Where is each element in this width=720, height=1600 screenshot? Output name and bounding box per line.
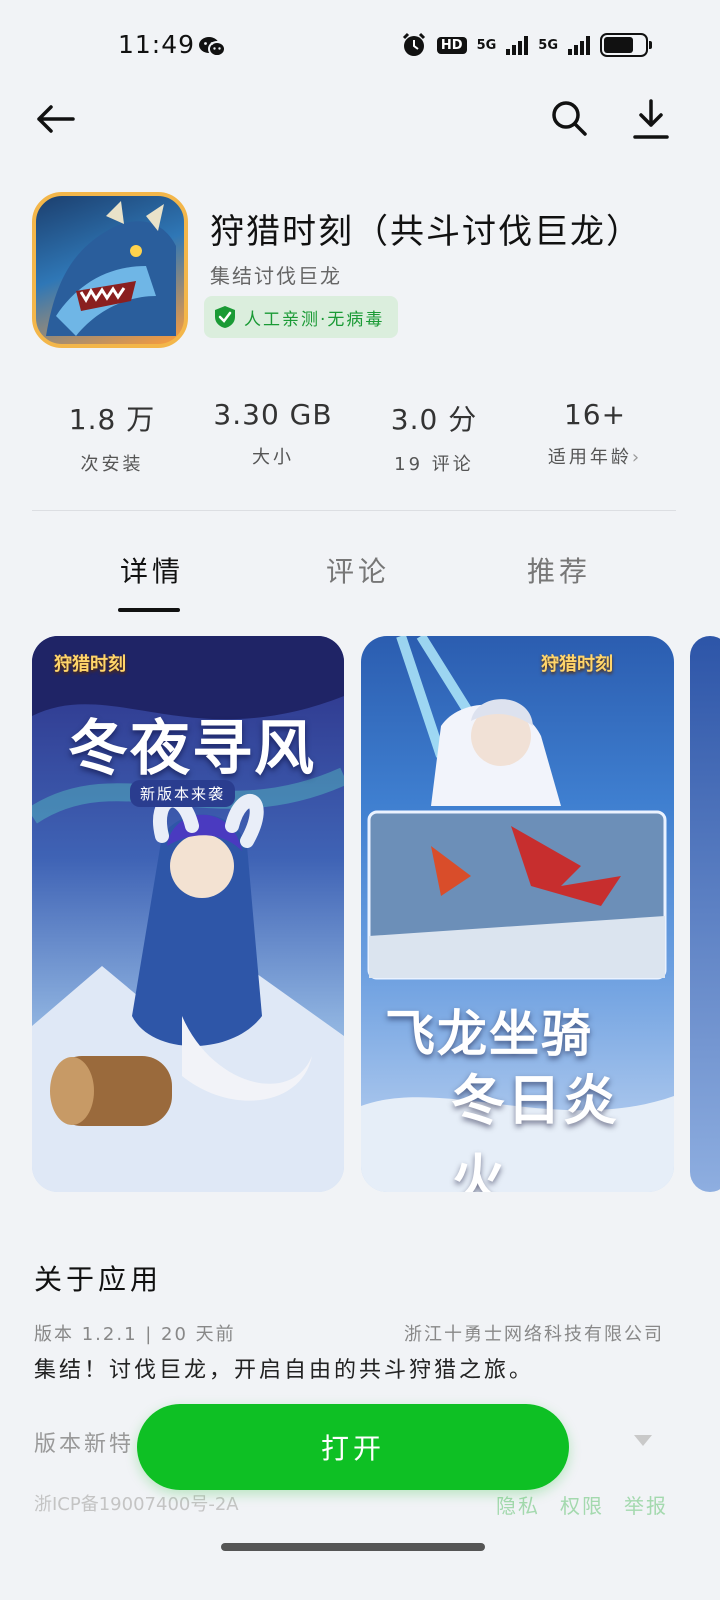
stat-age-value: 16+ [563, 398, 627, 431]
stat-rating-label: 19 评论 [394, 454, 474, 475]
stat-installs: 1.8 万 次安装 [22, 398, 202, 476]
stat-installs-label: 次安装 [80, 454, 144, 475]
screenshot-2-line2: 冬日炎火 [451, 1069, 619, 1192]
status-time: 11:49 [118, 30, 196, 59]
stat-rating[interactable]: 3.0 分 19 评论 [344, 398, 524, 476]
screenshot-2-logo: 狩猎时刻 [541, 654, 613, 675]
screenshot-2[interactable]: 狩猎时刻 飞龙坐骑 冬日炎火 [361, 636, 674, 1192]
home-indicator[interactable] [221, 1543, 485, 1551]
permissions-link[interactable]: 权限 [560, 1490, 604, 1519]
chevron-right-icon: › [631, 447, 643, 468]
screenshot-3-partial[interactable] [690, 636, 720, 1192]
app-icon [32, 192, 188, 348]
signal-icon-2 [568, 35, 590, 55]
stat-rating-value: 3.0 分 [390, 403, 478, 436]
safety-badge: 人工亲测·无病毒 [204, 296, 399, 338]
network-5g-2: 5G [538, 37, 558, 53]
stat-size-label: 大小 [252, 447, 294, 468]
stat-age[interactable]: 16+ 适用年龄› [505, 398, 685, 469]
stat-size: 3.30 GB 大小 [183, 398, 363, 469]
report-link[interactable]: 举报 [624, 1490, 668, 1519]
screenshot-1-headline: 冬夜寻风 [68, 714, 316, 784]
stat-size-value: 3.30 GB [213, 398, 333, 431]
stat-installs-value: 1.8 万 [68, 403, 156, 436]
battery-icon [600, 33, 652, 57]
screenshot-1-logo: 狩猎时刻 [54, 654, 126, 675]
app-subtitle: 集结讨伐巨龙 [210, 264, 342, 288]
expand-triangle-icon[interactable] [634, 1432, 652, 1451]
status-icons: HD 5G 5G [401, 32, 652, 58]
tab-active-indicator [118, 608, 180, 612]
about-title: 关于应用 [34, 1263, 163, 1296]
wechat-icon [198, 36, 226, 62]
privacy-link[interactable]: 隐私 [496, 1490, 540, 1519]
stat-age-label-row: 适用年龄› [505, 443, 685, 469]
app-description: 集结！讨伐巨龙，开启自由的共斗狩猎之旅。 [34, 1358, 535, 1383]
shield-check-icon [215, 306, 235, 328]
open-button[interactable]: 打开 [137, 1404, 569, 1490]
safety-badge-label: 人工亲测·无病毒 [244, 309, 385, 330]
tab-recommend[interactable]: 推荐 [527, 550, 591, 590]
alarm-icon [402, 32, 425, 56]
app-title: 狩猎时刻（共斗讨伐巨龙） [210, 212, 642, 252]
tab-comments[interactable]: 评论 [326, 550, 390, 590]
network-5g-1: 5G [476, 37, 497, 53]
screenshot-1[interactable]: 狩猎时刻 冬夜寻风 新版本来袭 [32, 636, 344, 1192]
whats-new-label[interactable]: 版本新特 [34, 1426, 134, 1458]
version-info: 版本 1.2.1 | 20 天前 [34, 1324, 236, 1345]
divider [32, 510, 676, 511]
back-arrow-icon[interactable] [32, 98, 78, 140]
developer-name[interactable]: 浙江十勇士网络科技有限公司 [404, 1320, 664, 1346]
download-icon[interactable] [630, 98, 672, 142]
screenshot-1-subtitle: 新版本来袭 [130, 780, 236, 807]
hd-badge: HD [436, 36, 467, 54]
stat-age-label: 适用年龄 [547, 447, 632, 468]
search-icon[interactable] [547, 96, 591, 140]
icp-number: 浙ICP备19007400号-2A [34, 1494, 239, 1515]
tab-details[interactable]: 详情 [120, 550, 184, 590]
signal-icon-1 [506, 35, 529, 55]
